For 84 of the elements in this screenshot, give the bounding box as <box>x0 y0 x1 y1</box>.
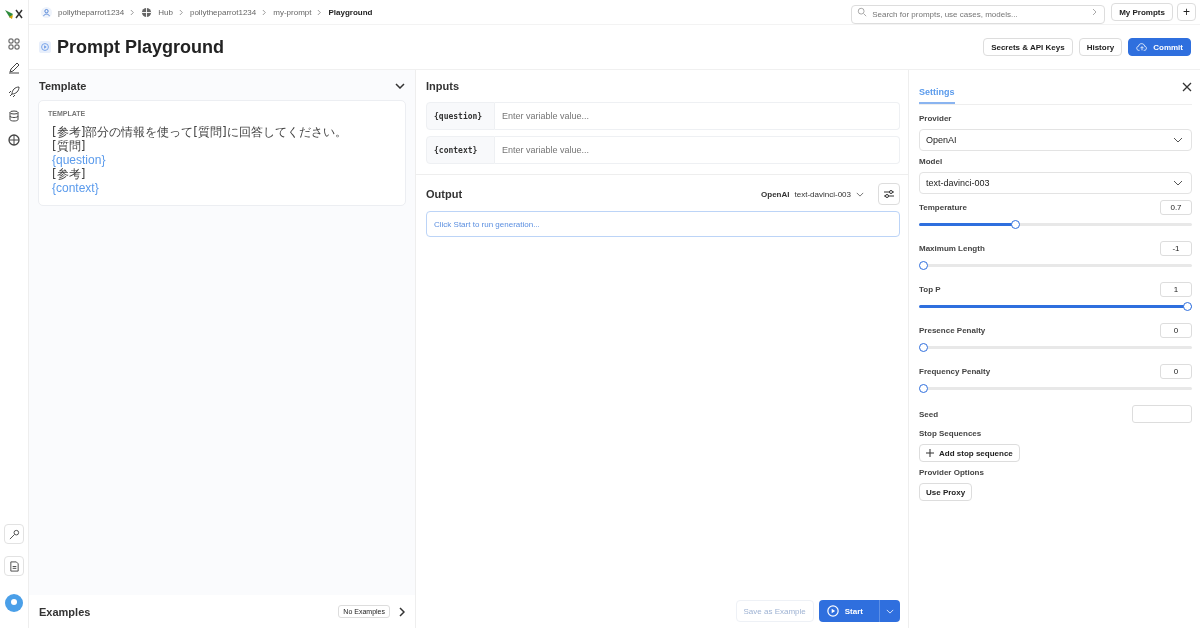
provider-select[interactable]: OpenAI <box>919 129 1192 151</box>
field-label: Maximum Length <box>919 244 985 253</box>
plus-icon <box>926 449 934 457</box>
template-line: {context} <box>51 181 100 195</box>
value-field[interactable]: -1 <box>1160 241 1192 256</box>
add-stop-sequence-button[interactable]: Add stop sequence <box>919 444 1020 462</box>
use-proxy-button[interactable]: Use Proxy <box>919 483 973 501</box>
slider-thumb[interactable] <box>1011 220 1021 229</box>
play-icon <box>39 41 51 53</box>
play-icon <box>826 605 839 617</box>
user-icon <box>41 6 52 18</box>
field-label: Frequency Penalty <box>919 367 991 376</box>
output-box: Click Start to run generation... <box>426 211 900 237</box>
chevron-down-icon <box>1173 137 1183 143</box>
seed-field[interactable] <box>1132 405 1192 423</box>
sliders-icon <box>883 189 895 199</box>
chevron-right-icon <box>178 8 184 16</box>
variable-name: {context} <box>426 136 495 164</box>
value-field[interactable]: 0 <box>1160 364 1192 379</box>
start-button[interactable]: Start <box>818 600 900 622</box>
my-prompts-button[interactable]: My Prompts <box>1111 3 1173 21</box>
pencil-icon[interactable] <box>8 62 20 74</box>
template-line: {question} <box>51 153 107 167</box>
grid-icon[interactable] <box>8 38 20 50</box>
cloud-upload-icon <box>1136 42 1149 52</box>
template-line: [参考]部分の情報を使って[質問]に回答してください。 <box>51 125 348 139</box>
field-label: Temperature <box>919 203 967 212</box>
field-label: Provider Options <box>919 468 984 477</box>
chevron-down-icon[interactable] <box>395 83 405 89</box>
template-line: [参考] <box>51 167 87 181</box>
field-label: Provider <box>919 114 952 123</box>
chevron-right-icon <box>130 8 136 16</box>
field-label: Presence Penalty <box>919 326 986 335</box>
page-title: Prompt Playground <box>57 36 224 58</box>
close-icon[interactable] <box>1182 82 1192 92</box>
variable-input-field[interactable]: Enter variable value... <box>495 102 900 130</box>
section-title: Inputs <box>426 80 460 92</box>
slider-thumb[interactable] <box>919 343 928 352</box>
document-icon <box>8 560 20 572</box>
chevron-down-icon <box>856 191 864 197</box>
section-title: Output <box>426 188 463 200</box>
key-icon <box>8 528 20 540</box>
section-title: Examples <box>39 605 91 618</box>
breadcrumb-link[interactable]: pollytheparrot1234 <box>189 7 257 17</box>
chevron-right-icon <box>262 8 268 16</box>
breadcrumb-link[interactable]: my-prompt <box>273 7 312 17</box>
variable-input-field[interactable]: Enter variable value... <box>495 136 900 164</box>
secrets-button[interactable]: Secrets & API Keys <box>983 38 1073 56</box>
breadcrumb-link[interactable]: Hub <box>158 7 173 17</box>
field-label: Stop Sequences <box>919 429 982 438</box>
commit-button[interactable]: Commit <box>1128 38 1191 56</box>
chevron-right-icon <box>1092 8 1099 16</box>
value-field[interactable]: 0 <box>1160 323 1192 338</box>
rocket-icon[interactable] <box>8 86 20 98</box>
model-select[interactable]: text-davinci-003 <box>919 172 1192 194</box>
settings-button[interactable] <box>878 183 900 205</box>
slider-thumb[interactable] <box>1183 302 1192 311</box>
globe-icon[interactable] <box>8 134 20 146</box>
database-icon[interactable] <box>8 110 20 122</box>
field-label: Top P <box>919 285 941 294</box>
history-button[interactable]: History <box>1078 38 1123 56</box>
chevron-right-icon <box>317 8 323 16</box>
breadcrumb-link[interactable]: Playground <box>328 7 373 17</box>
globe-icon <box>141 6 153 18</box>
avatar-icon[interactable] <box>5 594 23 612</box>
chevron-down-icon <box>886 608 894 614</box>
search-field[interactable]: Search for prompts, use cases, models... <box>851 4 1106 24</box>
value-field[interactable]: 0.7 <box>1160 200 1192 215</box>
document-button[interactable] <box>4 556 24 576</box>
slider-thumb[interactable] <box>919 261 928 270</box>
template-line: [質問] <box>51 139 87 153</box>
value-field[interactable]: 1 <box>1160 282 1192 297</box>
field-label: Seed <box>919 409 939 419</box>
breadcrumb-link[interactable]: pollytheparrot1234 <box>58 7 125 17</box>
model-selector[interactable]: OpenAI text-davinci-003 <box>755 188 870 200</box>
slider-thumb[interactable] <box>919 384 928 393</box>
field-label: Model <box>919 157 943 166</box>
add-button[interactable]: + <box>1177 3 1196 21</box>
chevron-right-icon[interactable] <box>399 606 405 617</box>
variable-name: {question} <box>426 102 495 130</box>
search-icon <box>857 7 868 17</box>
key-button[interactable] <box>4 524 24 544</box>
section-title: Template <box>39 80 87 92</box>
chevron-down-icon <box>1173 180 1183 186</box>
